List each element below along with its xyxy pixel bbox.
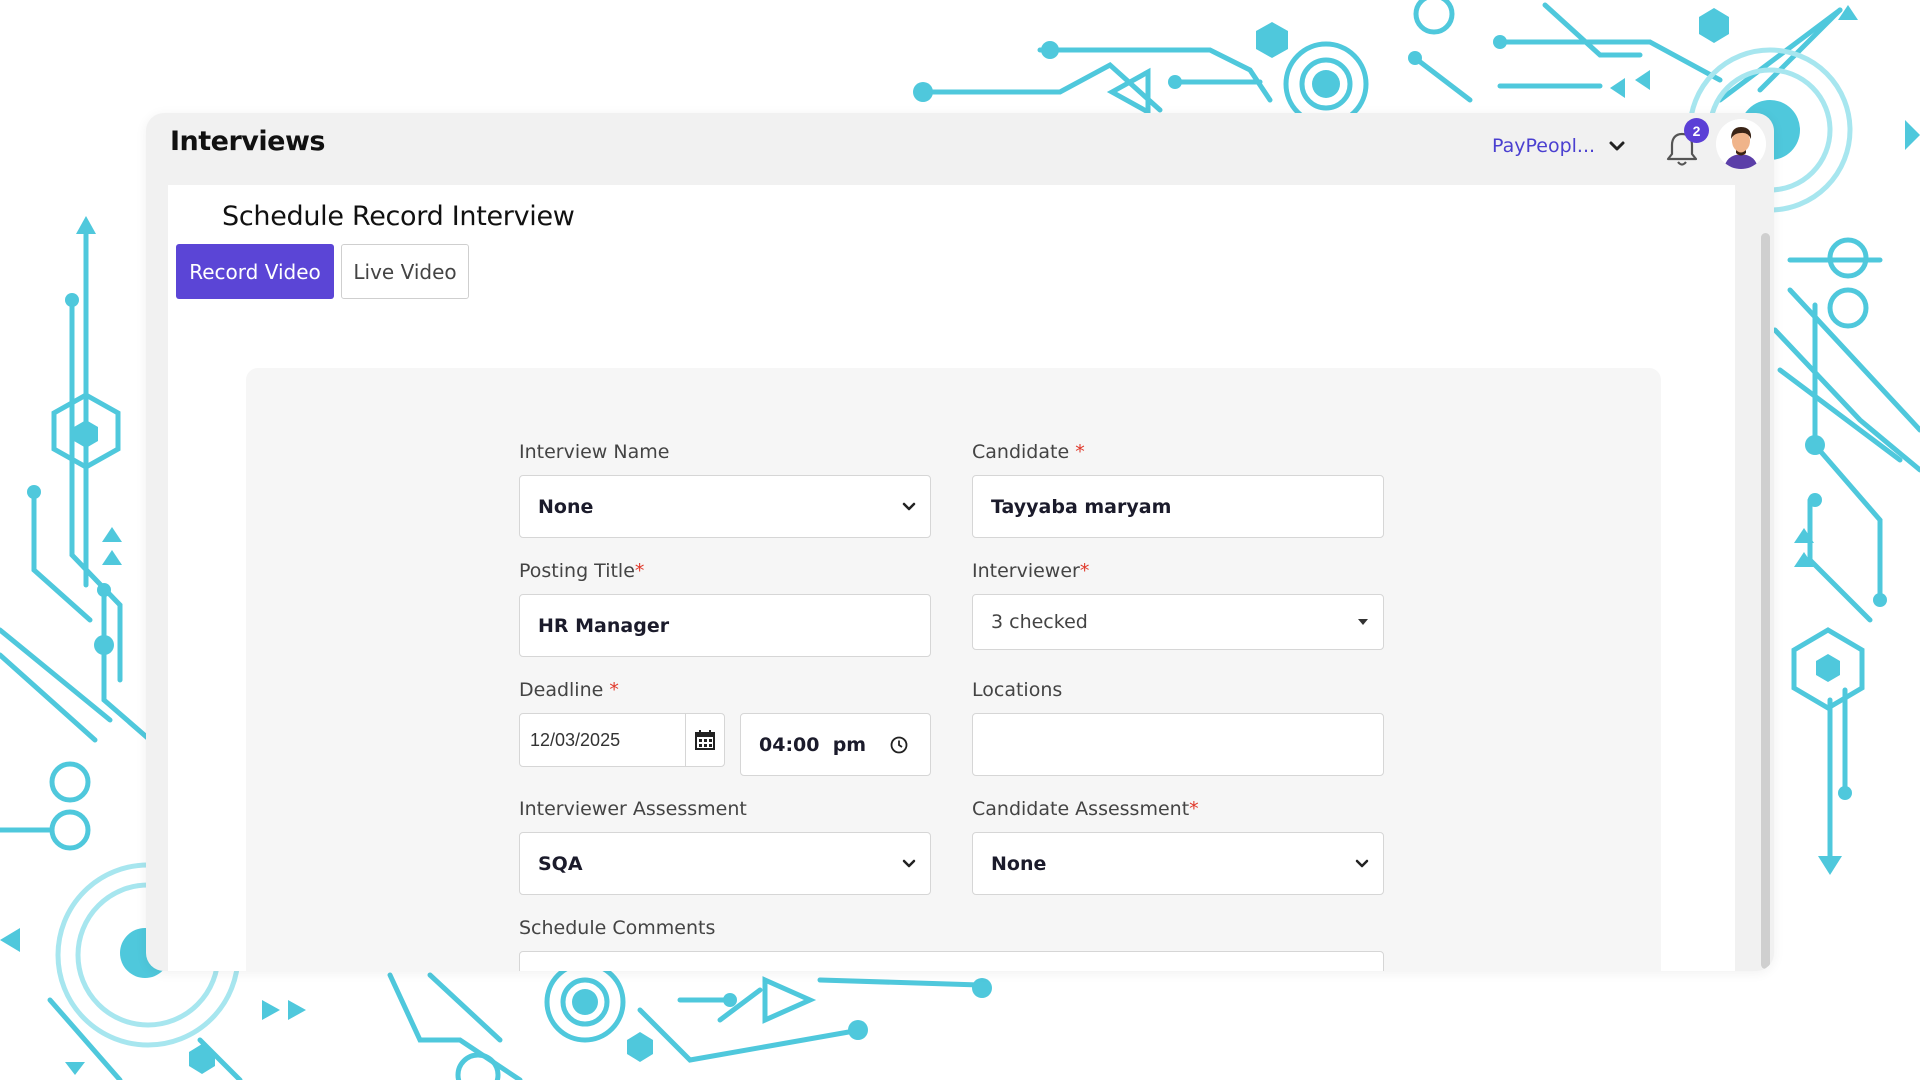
interviewer-value: 3 checked: [991, 611, 1088, 633]
interview-name-select[interactable]: None: [519, 475, 931, 538]
clock-icon: [890, 736, 908, 753]
app-title: Interviews: [170, 126, 325, 157]
interviewer-assessment-select[interactable]: SQA: [519, 832, 931, 895]
chevron-down-icon: [902, 859, 916, 867]
caret-down-icon: [1358, 619, 1368, 625]
app-window: Interviews PayPeopl... 2 Schedule Record…: [146, 113, 1774, 971]
interviewer-label: Interviewer*: [972, 560, 1090, 582]
interview-name-value: None: [538, 495, 594, 518]
tab-record-video[interactable]: Record Video: [176, 244, 334, 299]
posting-title-input[interactable]: HR Manager: [519, 594, 931, 657]
interviewer-multiselect[interactable]: 3 checked: [972, 594, 1384, 650]
interview-name-label: Interview Name: [519, 441, 670, 463]
date-picker-button[interactable]: [685, 714, 724, 766]
notification-badge: 2: [1684, 118, 1709, 143]
content-panel: Schedule Record Interview Record Video L…: [168, 185, 1735, 971]
deadline-label: Deadline *: [519, 679, 619, 701]
candidate-value: Tayyaba maryam: [991, 495, 1172, 518]
candidate-assessment-label: Candidate Assessment*: [972, 798, 1199, 820]
chevron-down-icon: [902, 502, 916, 510]
deadline-date-input[interactable]: 12/03/2025: [519, 713, 725, 767]
chevron-down-icon: [1609, 141, 1625, 151]
candidate-input[interactable]: Tayyaba maryam: [972, 475, 1384, 538]
candidate-label: Candidate *: [972, 441, 1085, 463]
avatar[interactable]: [1716, 119, 1766, 169]
deadline-time-input[interactable]: 04:00 pm: [740, 713, 931, 776]
schedule-comments-textarea[interactable]: [519, 951, 1384, 971]
interviewer-assessment-label: Interviewer Assessment: [519, 798, 747, 820]
locations-input[interactable]: [972, 713, 1384, 776]
posting-title-value: HR Manager: [538, 614, 670, 637]
page-title: Schedule Record Interview: [222, 201, 575, 232]
candidate-assessment-value: None: [991, 852, 1047, 875]
user-avatar-icon: [1716, 119, 1766, 169]
schedule-form: Interview Name None Candidate * Tayyaba …: [246, 368, 1661, 971]
schedule-comments-label: Schedule Comments: [519, 917, 716, 939]
locations-label: Locations: [972, 679, 1063, 701]
deadline-date-value: 12/03/2025: [530, 729, 621, 750]
company-name: PayPeopl...: [1492, 135, 1596, 157]
calendar-icon: [695, 730, 715, 750]
scrollbar[interactable]: [1761, 233, 1770, 969]
top-bar: Interviews PayPeopl... 2: [146, 113, 1774, 185]
tab-live-video[interactable]: Live Video: [341, 244, 469, 299]
chevron-down-icon: [1355, 859, 1369, 867]
deadline-time-value: 04:00 pm: [759, 733, 867, 756]
posting-title-label: Posting Title*: [519, 560, 645, 582]
company-selector[interactable]: PayPeopl...: [1492, 135, 1625, 157]
candidate-assessment-select[interactable]: None: [972, 832, 1384, 895]
interviewer-assessment-value: SQA: [538, 852, 583, 875]
